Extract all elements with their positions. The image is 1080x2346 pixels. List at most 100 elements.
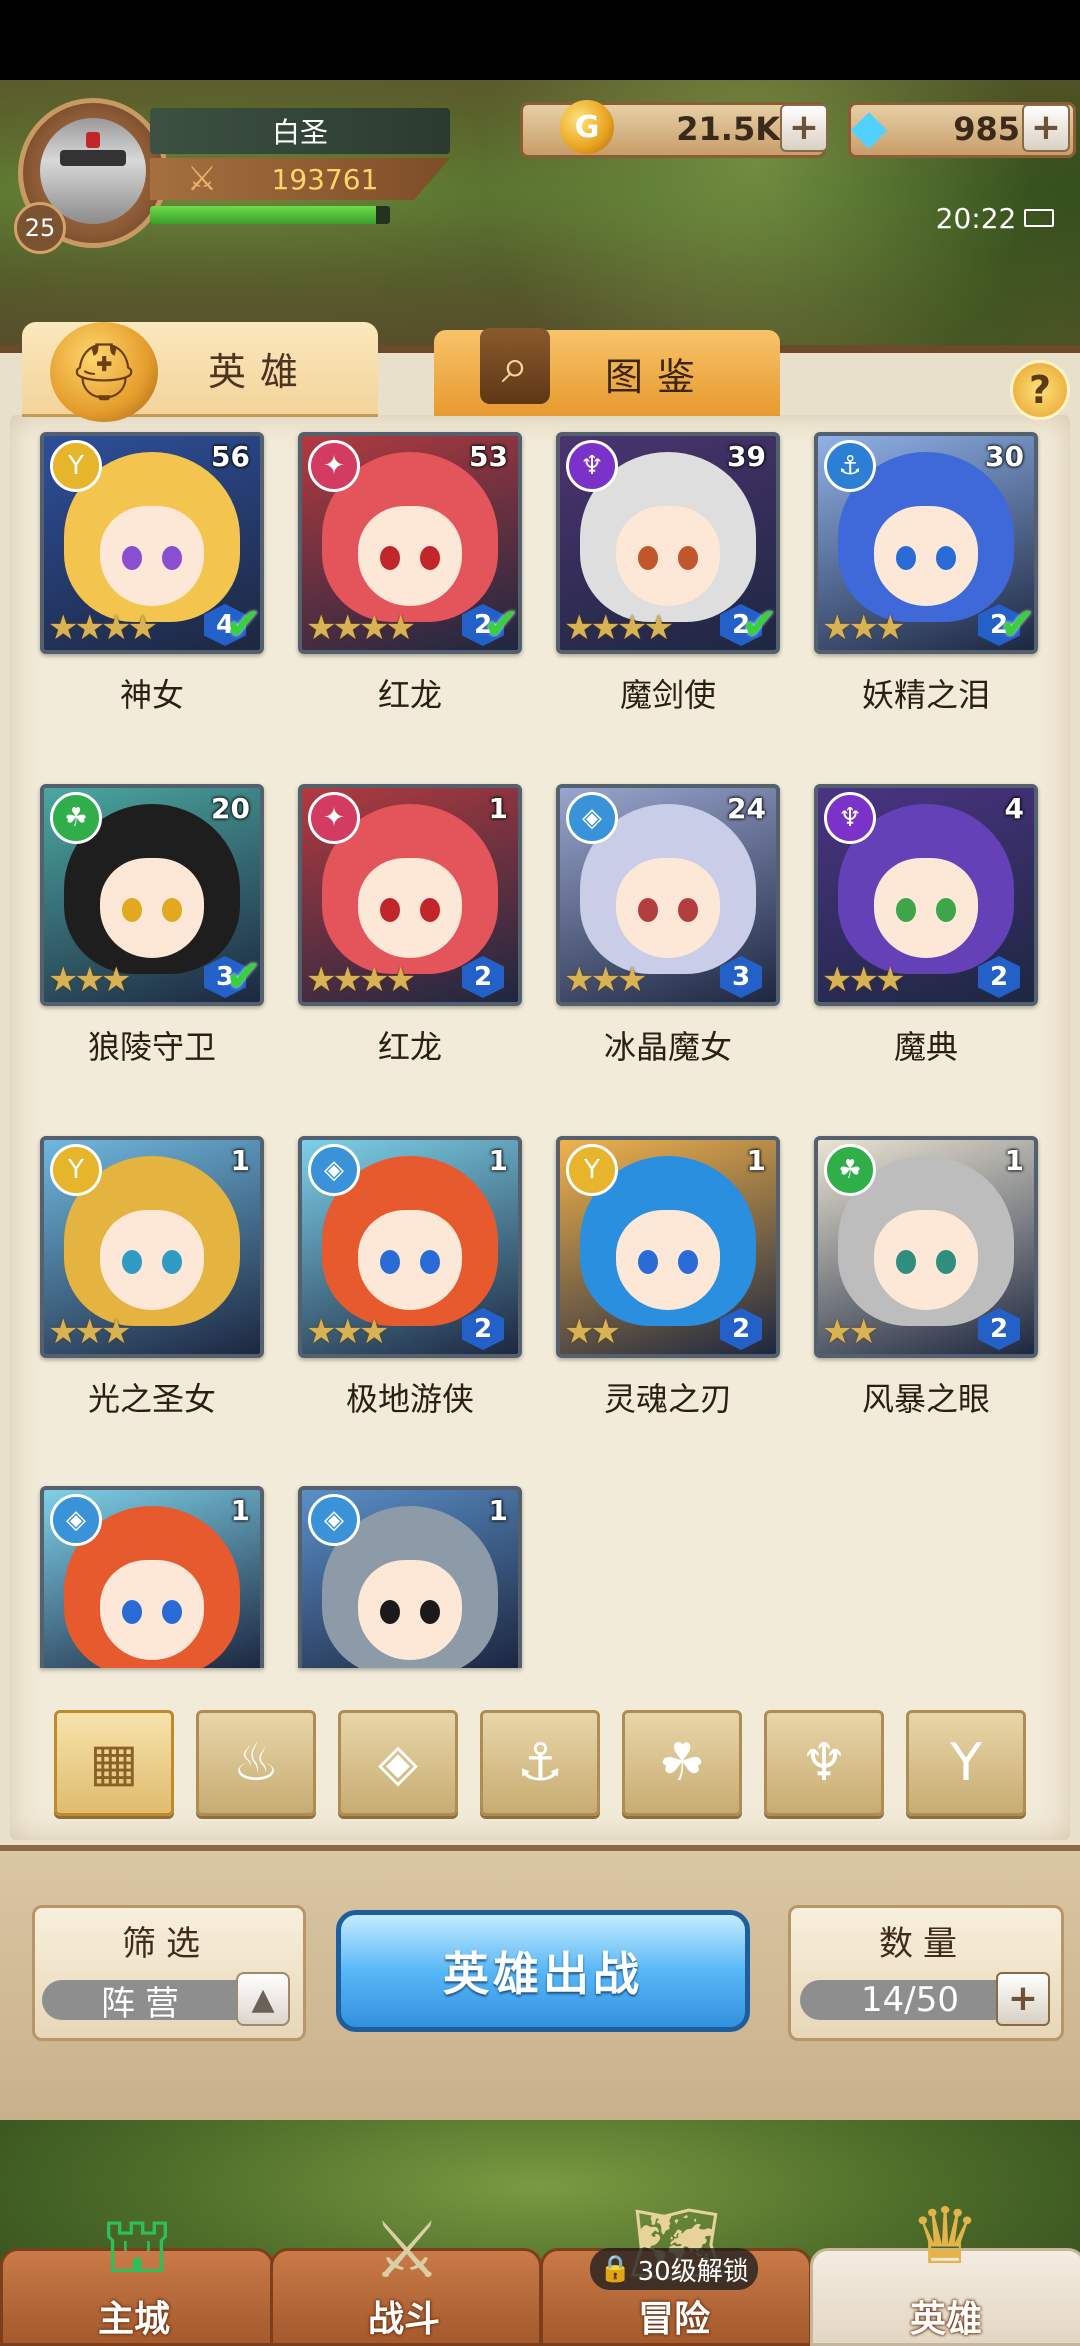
- gem-amount: 985: [953, 110, 1020, 148]
- hero-eye: [380, 1600, 400, 1624]
- hero-portrait-face: [358, 1560, 462, 1660]
- hero-tier-badge: 2: [462, 956, 504, 998]
- hero-count: 53: [469, 440, 508, 473]
- hero-card[interactable]: ◈ 1: [298, 1486, 522, 1668]
- battery-icon: [1024, 209, 1055, 227]
- hero-name: 风暴之眼: [861, 1380, 990, 1418]
- magnifier-icon: ⌕: [480, 328, 550, 404]
- filter-water-button[interactable]: ⚓: [480, 1710, 600, 1816]
- level-badge: 25: [14, 202, 66, 254]
- filter-nature-button[interactable]: ☘: [622, 1710, 742, 1816]
- hero-card[interactable]: ✦ 53 ★★★★ 2 ✔: [298, 432, 522, 654]
- deployed-check-icon: ✔: [741, 599, 778, 650]
- hero-card[interactable]: Y 56 ★★★★ 4 ✔: [40, 432, 264, 654]
- hero-card[interactable]: ◈ 1: [40, 1486, 264, 1668]
- hero-card[interactable]: ☘ 1 ★★ 2: [814, 1136, 1038, 1358]
- hero-tier-badge: 2: [978, 956, 1020, 998]
- hero-eye: [638, 546, 658, 570]
- hero-stars: ★★★★: [306, 960, 416, 1000]
- clock: 20:22: [930, 198, 1060, 238]
- hero-eye: [122, 1250, 142, 1274]
- gold-amount: 21.5K: [676, 110, 780, 148]
- hero-portrait-face: [100, 858, 204, 958]
- hero-eye: [896, 898, 916, 922]
- hero-tier-badge: 3: [720, 956, 762, 998]
- nav-adventure-label: 冒险: [637, 2299, 710, 2340]
- filter-dark-button[interactable]: ♆: [764, 1710, 884, 1816]
- hero-name: 极地游侠: [345, 1380, 474, 1418]
- hero-portrait-face: [358, 506, 462, 606]
- hero-helmet-icon: ⛑: [50, 322, 158, 422]
- ice-faction-icon: ◈: [50, 1494, 102, 1546]
- hero-eye: [162, 898, 182, 922]
- hero-count: 1: [488, 1144, 508, 1177]
- hero-portrait-face: [616, 506, 720, 606]
- hero-count: 4: [1004, 792, 1024, 825]
- hero-eye: [678, 1250, 698, 1274]
- hero-eye: [380, 546, 400, 570]
- hero-count: 30: [985, 440, 1024, 473]
- hero-eye: [162, 1600, 182, 1624]
- ice-faction-icon: ◈: [308, 1144, 360, 1196]
- hero-count: 1: [230, 1494, 250, 1527]
- nav-heroes-label: 英雄: [909, 2299, 982, 2340]
- deployed-check-icon: ✔: [999, 599, 1036, 650]
- hero-eye: [678, 546, 698, 570]
- hero-eye: [162, 1250, 182, 1274]
- expand-capacity-button[interactable]: +: [996, 1972, 1050, 2026]
- deployed-check-icon: ✔: [225, 951, 262, 1002]
- filter-all-button[interactable]: ▦: [54, 1710, 174, 1816]
- fire-faction-icon: ✦: [308, 440, 360, 492]
- hero-eye: [936, 898, 956, 922]
- hero-stars: ★★★: [822, 608, 905, 648]
- light-faction-icon: Y: [50, 1144, 102, 1196]
- hero-card[interactable]: ◈ 24 ★★★ 3: [556, 784, 780, 1006]
- water-faction-icon: ⚓: [824, 440, 876, 492]
- chevron-up-icon[interactable]: ▲: [236, 1972, 290, 2026]
- filter-label: 筛选: [122, 1924, 210, 1964]
- hero-card[interactable]: Y 1 ★★ 2: [556, 1136, 780, 1358]
- lock-text: 30级解锁: [637, 2256, 749, 2287]
- hero-name: 光之圣女: [87, 1380, 216, 1418]
- hero-card[interactable]: ♆ 39 ★★★★ 2 ✔: [556, 432, 780, 654]
- hero-eye: [122, 1600, 142, 1624]
- hero-card[interactable]: ✦ 1 ★★★★ 2: [298, 784, 522, 1006]
- hero-count: 1: [488, 1494, 508, 1527]
- hero-count: 20: [211, 792, 250, 825]
- hero-name: 魔剑使: [619, 676, 716, 714]
- gold-coin-icon: G: [560, 100, 614, 154]
- adventure-lock-badge: 🔒 30级解锁: [590, 2248, 758, 2290]
- hero-eye: [420, 898, 440, 922]
- hero-tier-badge: 2: [720, 1308, 762, 1350]
- hero-name: 魔典: [893, 1028, 958, 1066]
- light-faction-icon: Y: [50, 440, 102, 492]
- hero-eye: [678, 898, 698, 922]
- nav-main-city-label: 主城: [97, 2299, 170, 2340]
- hero-card[interactable]: ◈ 1 ★★★ 2: [298, 1136, 522, 1358]
- hero-card[interactable]: ⚓ 30 ★★★ 2 ✔: [814, 432, 1038, 654]
- light-faction-icon: Y: [566, 1144, 618, 1196]
- help-button[interactable]: ?: [1010, 360, 1070, 420]
- hero-stars: ★★★★: [564, 608, 674, 648]
- hero-name: 冰晶魔女: [603, 1028, 732, 1066]
- tab-heroes-label: 英雄: [207, 349, 312, 394]
- add-gems-button[interactable]: +: [1022, 104, 1070, 152]
- player-name: 白圣: [150, 108, 450, 154]
- hero-portrait-face: [100, 1560, 204, 1660]
- hero-count: 56: [211, 440, 250, 473]
- deploy-heroes-button[interactable]: 英雄出战: [336, 1910, 750, 2032]
- filter-light-button[interactable]: Y: [906, 1710, 1026, 1816]
- hero-eye: [420, 1600, 440, 1624]
- add-gold-button[interactable]: +: [780, 104, 828, 152]
- deployed-check-icon: ✔: [225, 599, 262, 650]
- hero-count: 1: [230, 1144, 250, 1177]
- hero-eye: [380, 1250, 400, 1274]
- crossed-swords-icon: ⚔: [186, 159, 218, 199]
- hero-card[interactable]: ☘ 20 ★★★ 3 ✔: [40, 784, 264, 1006]
- filter-fire-button[interactable]: ♨: [196, 1710, 316, 1816]
- filter-ice-button[interactable]: ◈: [338, 1710, 458, 1816]
- hero-card[interactable]: ♆ 4 ★★★ 2: [814, 784, 1038, 1006]
- hero-portrait-face: [616, 1210, 720, 1310]
- hero-stars: ★★: [564, 1312, 621, 1352]
- hero-card[interactable]: Y 1 ★★★: [40, 1136, 264, 1358]
